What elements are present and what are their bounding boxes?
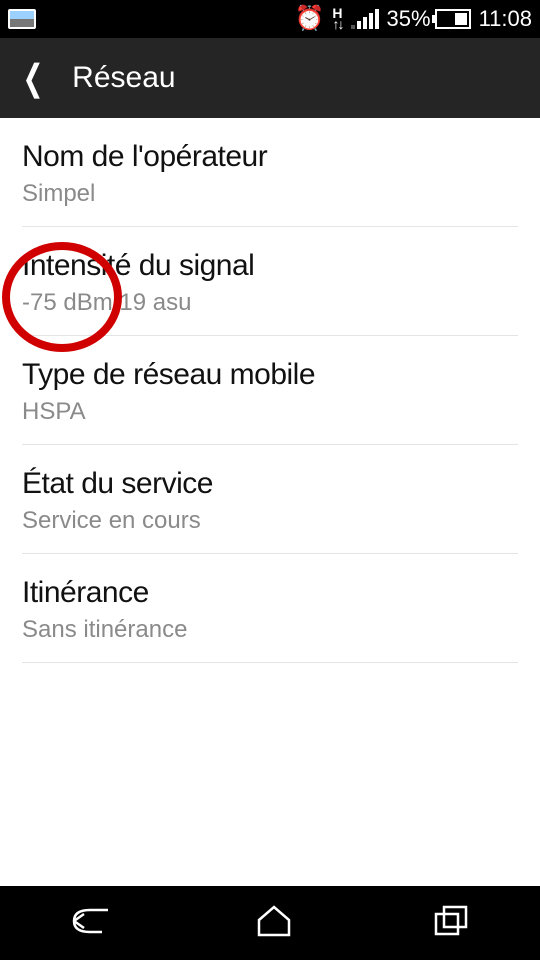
row-service-state[interactable]: État du service Service en cours <box>22 445 518 554</box>
signal-icon <box>351 9 379 29</box>
page-title: Réseau <box>72 61 175 95</box>
row-operator[interactable]: Nom de l'opérateur Simpel <box>22 118 518 227</box>
battery-icon <box>435 9 471 29</box>
row-roaming[interactable]: Itinérance Sans itinérance <box>22 554 518 663</box>
alarm-icon: ⏰ <box>295 7 325 31</box>
row-title: Itinérance <box>22 576 518 610</box>
row-value: Simpel <box>22 180 518 208</box>
row-network-type[interactable]: Type de réseau mobile HSPA <box>22 336 518 445</box>
row-title: Intensité du signal <box>22 249 518 283</box>
settings-list: Nom de l'opérateur Simpel Intensité du s… <box>0 118 540 663</box>
app-header: ❮ Réseau <box>0 38 540 118</box>
nav-home-icon[interactable] <box>255 904 293 943</box>
nav-recent-icon[interactable] <box>432 904 470 943</box>
system-nav-bar <box>0 886 540 960</box>
clock: 11:08 <box>479 6 532 32</box>
row-title: Type de réseau mobile <box>22 358 518 392</box>
battery-percent: 35% <box>387 6 431 32</box>
row-value: HSPA <box>22 398 518 426</box>
mobile-data-icon: H ↑↓ <box>332 8 342 30</box>
status-bar: ⏰ H ↑↓ 35% 11:08 <box>0 0 540 38</box>
back-icon[interactable]: ❮ <box>23 60 44 96</box>
row-value: Service en cours <box>22 507 518 535</box>
row-value: Sans itinérance <box>22 616 518 644</box>
row-value: -75 dBm 19 asu <box>22 289 518 317</box>
nav-back-icon[interactable] <box>70 904 116 943</box>
battery-indicator: 35% <box>387 6 471 32</box>
row-title: Nom de l'opérateur <box>22 140 518 174</box>
row-signal[interactable]: Intensité du signal -75 dBm 19 asu <box>22 227 518 336</box>
row-title: État du service <box>22 467 518 501</box>
screenshot-icon <box>8 9 36 29</box>
